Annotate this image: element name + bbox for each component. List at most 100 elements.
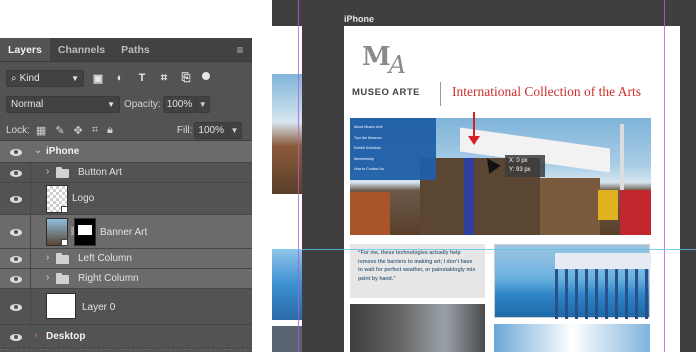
lock-paint-icon[interactable]: ✎ [55, 124, 64, 137]
layers-list: ⌄ iPhone › Button Art Logo Banner Art › … [0, 140, 252, 352]
chevron-right-icon[interactable]: › [46, 272, 49, 283]
nav-menu: About Museo Arte Tour the Museum Exhibit… [350, 118, 436, 180]
lock-row: Lock: ▦ ✎ ✥ ⌗ 🔒︎ Fill: 100% ▼ [0, 120, 252, 140]
layer-thumbnail [46, 218, 68, 246]
layer-desktop-artboard[interactable]: › Desktop [0, 325, 252, 349]
tab-paths[interactable]: Paths [113, 38, 158, 61]
lock-transparent-icon[interactable]: ▦ [36, 124, 46, 137]
layer-0[interactable]: Layer 0 [0, 289, 252, 325]
divider [30, 215, 31, 248]
photo-detail [555, 269, 651, 319]
corridor-photo [350, 304, 485, 352]
filter-kind-select[interactable]: ⌕ Kind ▼ [6, 69, 84, 87]
fill-field[interactable]: 100% [194, 121, 228, 139]
lock-all-icon[interactable]: 🔒︎ [107, 124, 113, 137]
opacity-field[interactable]: 100% [162, 95, 197, 113]
banner-detail [540, 178, 600, 235]
guide-vertical[interactable] [664, 0, 665, 352]
tab-channels[interactable]: Channels [50, 38, 113, 61]
chevron-down-icon[interactable]: ▼ [228, 121, 242, 139]
layer-mask-thumbnail[interactable] [74, 218, 96, 246]
visibility-eye-icon[interactable] [10, 169, 22, 177]
divider [30, 249, 31, 268]
panel-menu-icon[interactable]: ≡ [228, 38, 252, 61]
smart-object-icon [61, 206, 68, 213]
folder-icon [56, 167, 69, 178]
logo-text: MUSEO ARTE [352, 87, 420, 98]
filter-toggle-icon[interactable] [202, 71, 210, 80]
chevron-down-icon[interactable]: ▼ [196, 95, 211, 113]
divider [30, 183, 31, 214]
guide-horizontal[interactable] [272, 249, 696, 250]
red-arrow-icon [473, 112, 475, 138]
layer-name: Logo [72, 193, 95, 204]
layer-thumbnail [46, 293, 76, 319]
visibility-eye-icon[interactable] [10, 303, 22, 311]
banner-detail [464, 158, 474, 235]
layer-thumbnail [46, 185, 68, 213]
chevron-right-icon[interactable]: › [34, 330, 37, 341]
layer-iphone-artboard[interactable]: ⌄ iPhone [0, 141, 252, 163]
chevron-down-icon: ▼ [71, 73, 79, 83]
site-title: International Collection of the Arts [452, 84, 641, 99]
visibility-eye-icon[interactable] [10, 333, 22, 341]
adjustment-filter-icon[interactable]: ◐ [114, 72, 126, 84]
tab-layers[interactable]: Layers [0, 38, 50, 61]
iphone-artboard[interactable]: MA MUSEO ARTE International Collection o… [344, 26, 680, 352]
divider [30, 163, 31, 182]
visibility-eye-icon[interactable] [10, 148, 22, 156]
layer-name: iPhone [46, 146, 80, 157]
filter-kind-label: Kind [19, 72, 40, 84]
shape-filter-icon[interactable]: ⌗ [158, 72, 170, 84]
layer-button-art[interactable]: › Button Art [0, 163, 252, 183]
layer-banner-art[interactable]: ⛓ Banner Art [0, 215, 252, 249]
photo-detail [555, 253, 651, 269]
visibility-eye-icon[interactable] [10, 275, 22, 283]
blend-row: Normal ▼ Opacity: 100% ▼ [0, 94, 252, 114]
nav-item[interactable]: Tour the Museum [354, 133, 432, 144]
nav-item[interactable]: Membership [354, 154, 432, 165]
banner-detail [598, 190, 618, 220]
layer-logo[interactable]: Logo [0, 183, 252, 215]
smart-object-icon [61, 239, 68, 246]
layer-name: Desktop [46, 331, 86, 342]
layer-left-column[interactable]: › Left Column [0, 249, 252, 269]
search-icon: ⌕ [11, 72, 17, 84]
layer-name: Button Art [78, 167, 122, 178]
visibility-eye-icon[interactable] [10, 255, 22, 263]
type-filter-icon[interactable]: T [136, 72, 148, 84]
visibility-eye-icon[interactable] [10, 195, 22, 203]
blend-mode-select[interactable]: Normal ▼ [6, 95, 120, 113]
photoshop-window: Layers Channels Paths ≡ ⌕ Kind ▼ ▣ ◐ T ⌗… [0, 0, 696, 352]
banner-detail [620, 124, 624, 194]
banner-detail [350, 192, 390, 235]
lock-artboard-icon[interactable]: ⌗ [92, 124, 98, 137]
nav-item[interactable]: Exhibit Schedule [354, 143, 432, 154]
measure-x: X: 0 px [509, 158, 528, 164]
image-filter-icon[interactable]: ▣ [92, 72, 104, 85]
layers-panel: Layers Channels Paths ≡ ⌕ Kind ▼ ▣ ◐ T ⌗… [0, 38, 252, 352]
layer-right-column[interactable]: › Right Column [0, 269, 252, 289]
artboard-label[interactable]: iPhone [344, 14, 374, 24]
layer-name: Banner Art [100, 227, 148, 238]
nav-item[interactable]: How to Contact Us [354, 164, 432, 175]
layer-name: Left Column [78, 253, 132, 264]
measure-y: Y: 93 px [509, 167, 531, 173]
layer-name: Right Column [78, 273, 139, 284]
quote-box: “For me, these technologies actually hel… [350, 244, 485, 298]
folder-icon [56, 253, 69, 264]
chevron-right-icon[interactable]: › [46, 252, 49, 263]
chevron-down-icon[interactable]: ⌄ [34, 145, 42, 156]
museum-logo: MA [362, 42, 406, 79]
divider [30, 289, 31, 324]
nav-item[interactable]: About Museo Arte [354, 122, 432, 133]
chevron-right-icon[interactable]: › [46, 166, 49, 177]
smart-object-filter-icon[interactable]: ⎘ [180, 72, 192, 84]
visibility-eye-icon[interactable] [10, 228, 22, 236]
guide-vertical[interactable] [298, 0, 299, 352]
chevron-down-icon: ▼ [107, 99, 115, 109]
folder-icon [56, 273, 69, 284]
red-arrow-icon [468, 136, 480, 145]
fill-control: Fill: 100% ▼ [177, 121, 242, 139]
lock-position-icon[interactable]: ✥ [74, 124, 83, 137]
